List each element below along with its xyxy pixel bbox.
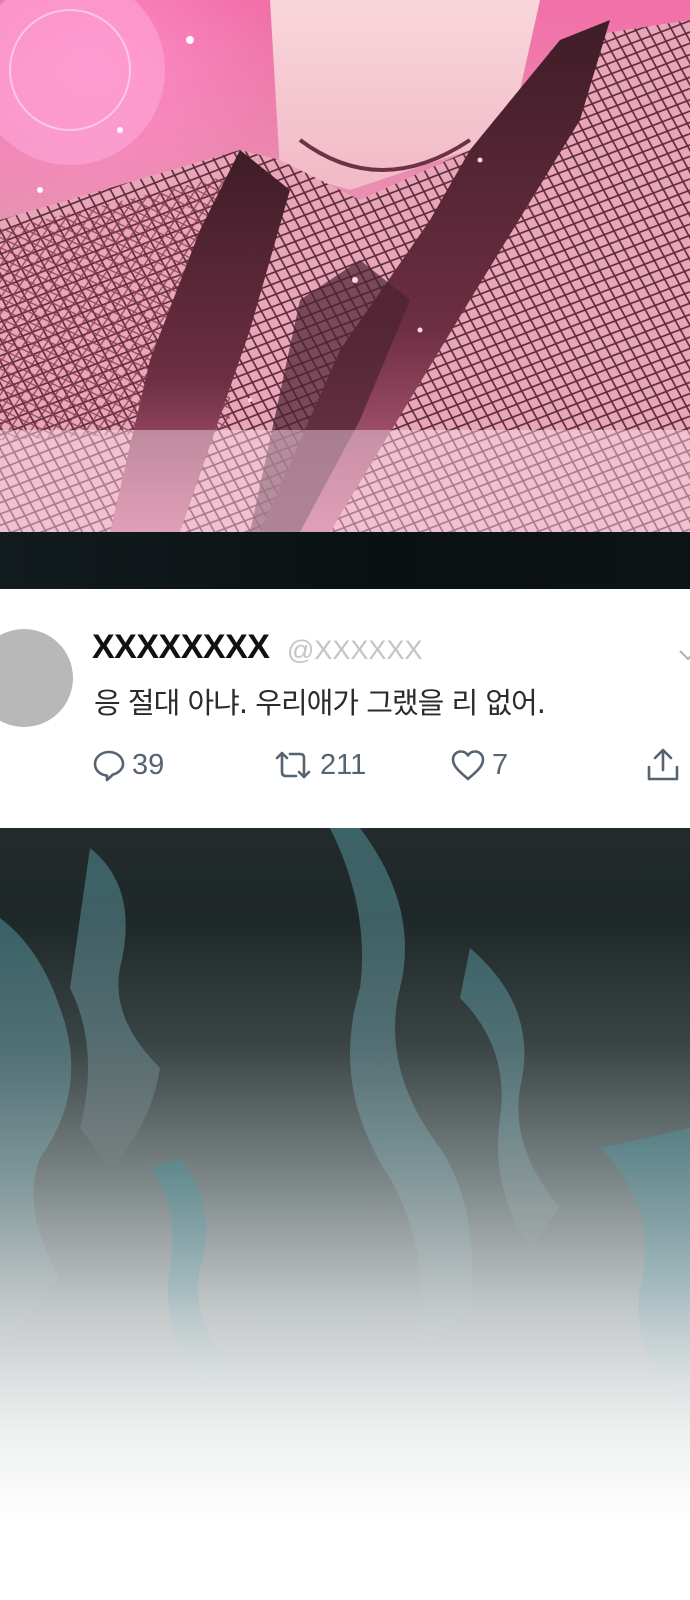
tweet-text: 응 절대 아냐. 우리애가 그랬을 리 없어. bbox=[94, 686, 546, 720]
like-count: 7 bbox=[492, 749, 509, 781]
teal-texture-illustration bbox=[0, 828, 690, 1408]
display-name[interactable]: XXXXXXXX bbox=[92, 627, 270, 667]
speech-bubble-icon bbox=[93, 750, 125, 782]
heart-outline-icon bbox=[451, 750, 485, 781]
illustration-top-panel bbox=[0, 0, 690, 532]
reply-count: 39 bbox=[132, 749, 165, 781]
avatar[interactable] bbox=[0, 629, 73, 727]
retweet-count: 211 bbox=[320, 749, 367, 781]
reply-button[interactable]: 39 bbox=[92, 746, 164, 784]
share-upload-icon bbox=[647, 748, 679, 781]
illustration-bottom-panel bbox=[0, 828, 690, 1600]
user-handle[interactable]: @XXXXXX bbox=[287, 633, 422, 667]
retweet-arrows-icon bbox=[275, 751, 311, 779]
tweet-card[interactable]: XXXXXXXX @XXXXXX 응 절대 아냐. 우리애가 그랬을 리 없어.… bbox=[0, 589, 690, 828]
like-button[interactable]: 7 bbox=[450, 746, 508, 784]
share-button[interactable] bbox=[645, 746, 681, 784]
dark-divider-band bbox=[0, 532, 690, 589]
chevron-down-icon[interactable] bbox=[678, 647, 690, 667]
retweet-button[interactable]: 211 bbox=[272, 746, 366, 784]
fishnet-figure-illustration bbox=[0, 0, 690, 532]
